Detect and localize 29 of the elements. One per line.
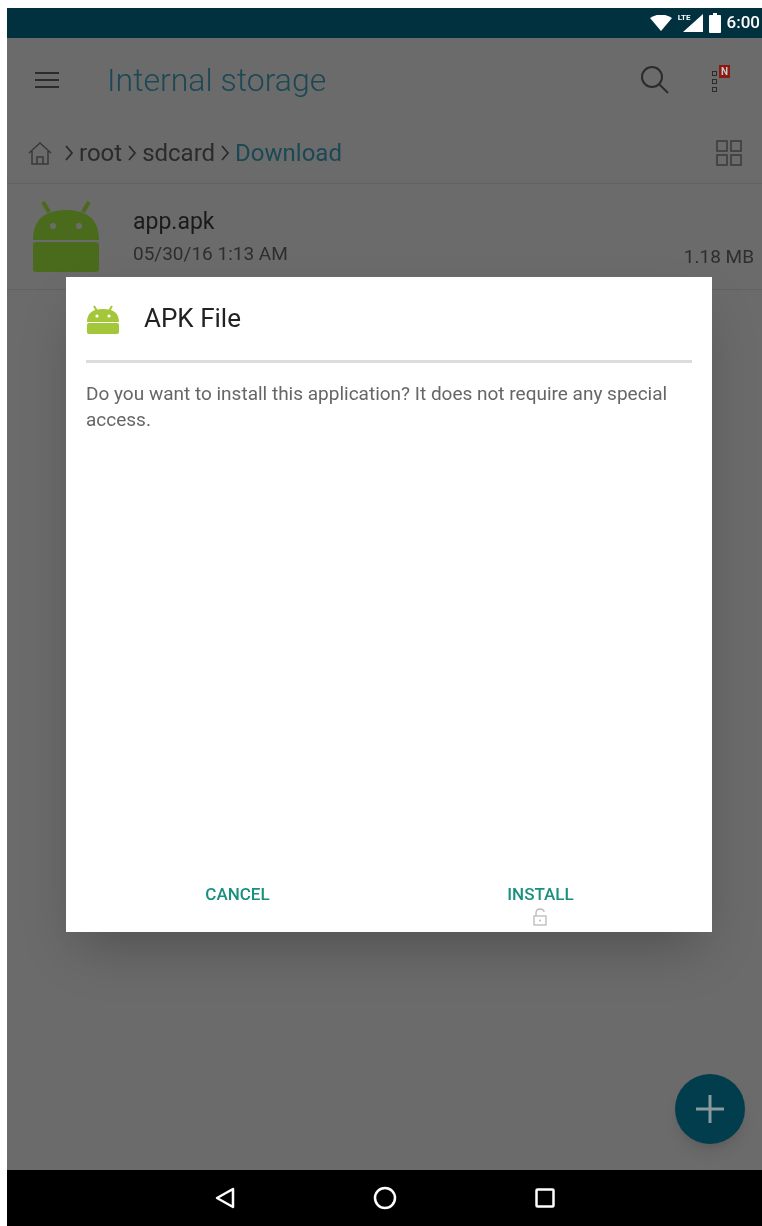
search-icon[interactable] xyxy=(640,65,670,95)
network-label: LTE xyxy=(677,12,691,24)
back-icon[interactable] xyxy=(214,1187,235,1209)
chevron-right-icon xyxy=(64,143,74,162)
dialog-title: APK File xyxy=(144,302,241,335)
chevron-right-icon xyxy=(220,143,231,162)
android-icon xyxy=(31,199,101,274)
wifi-icon xyxy=(649,15,672,31)
menu-icon[interactable] xyxy=(35,72,59,88)
app-title: Internal storage xyxy=(107,60,327,101)
android-icon xyxy=(86,303,120,334)
breadcrumb-item[interactable]: root xyxy=(79,134,123,171)
clock: 6:00 xyxy=(726,11,760,35)
chevron-right-icon xyxy=(127,143,138,162)
dialog-button[interactable]: CANCEL xyxy=(197,868,278,930)
file-size: 1.18 MB xyxy=(683,243,754,270)
home-icon[interactable] xyxy=(27,139,53,166)
plus-icon xyxy=(696,1095,724,1123)
file-date: 05/30/16 1:13 AM xyxy=(133,240,288,267)
battery-icon xyxy=(708,13,721,33)
dialog-message: Do you want to install this application? It does not require any special access. xyxy=(86,381,669,433)
home-circle-icon[interactable] xyxy=(372,1186,397,1210)
padlock-icon xyxy=(532,907,549,926)
breadcrumb-item[interactable]: sdcard xyxy=(142,134,216,171)
recents-icon[interactable] xyxy=(534,1188,555,1208)
file-name: app.apk xyxy=(133,207,216,237)
notification-badge: N xyxy=(719,65,731,78)
dialog-button[interactable]: INSTALL xyxy=(499,868,582,930)
breadcrumb-item[interactable]: Download xyxy=(235,134,342,171)
